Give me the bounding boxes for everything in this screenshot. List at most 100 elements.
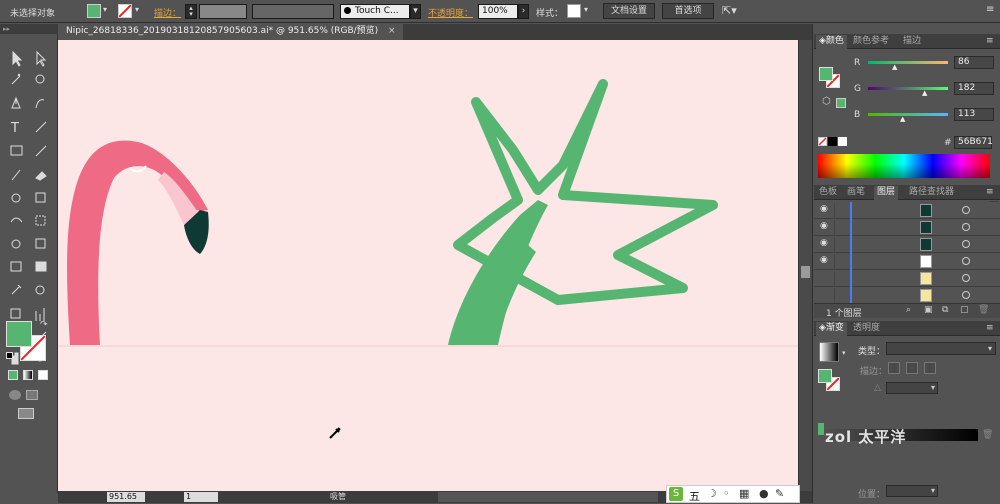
panel-menu-icon[interactable]: ≡ [986,4,994,15]
canvas-area[interactable] [58,40,798,491]
preferences-button[interactable]: 首选项 [662,3,714,19]
selection-tool-icon[interactable] [12,50,23,67]
trash-icon[interactable]: 🗑 [978,305,989,315]
b-slider[interactable] [868,113,948,116]
stroke-weight-stepper[interactable]: ▴ ▾ [185,4,197,19]
chevron-down-icon[interactable]: ▾ [135,5,139,14]
screen-mode-button[interactable] [18,408,34,419]
free-transform-icon[interactable] [35,215,46,226]
fill-swatch[interactable] [87,4,101,18]
new-layer-icon[interactable]: ▢ [960,305,969,315]
layer-row[interactable] [814,270,1000,287]
doc-setup-button[interactable]: 文档设置 [603,3,655,19]
tools-icon[interactable]: ✎ [775,487,784,500]
brush-dropdown[interactable]: ▾ [410,4,421,19]
default-colors-icon[interactable] [6,352,13,359]
chevron-down-icon[interactable]: ▾ [103,5,107,14]
position-input[interactable]: ▾ [886,485,938,497]
horizontal-scrollbar[interactable] [438,492,658,502]
tab-transparency[interactable]: 透明度 [850,322,883,336]
stroke-swatch[interactable] [118,4,132,18]
type-tool-icon[interactable]: T [10,121,19,136]
tab-brushes[interactable]: 画笔 [844,186,868,200]
blend-tool-icon[interactable] [35,285,45,295]
panel-menu-icon[interactable]: ≡ [986,187,994,197]
symbol-sprayer-icon[interactable] [10,308,21,319]
lock-toggle[interactable] [834,288,835,303]
layer-row[interactable] [814,287,1000,304]
tab-layers[interactable]: 图层 [874,186,899,200]
out-of-gamut-icon[interactable]: ⬡ [822,96,831,107]
lasso-tool-icon[interactable] [35,74,45,84]
layer-row[interactable]: ◉ [814,236,1000,253]
tab-swatches[interactable]: 色板 [816,186,840,200]
eyedropper-tool-icon[interactable] [11,284,22,295]
zoom-input[interactable]: 951.65 [107,492,145,502]
page-input[interactable]: 1 [184,492,218,502]
layer-row[interactable]: ◉ [814,253,1000,270]
gradient-fill-swatch[interactable] [818,369,832,383]
magic-wand-icon[interactable] [11,73,21,85]
width-tool-icon[interactable] [10,217,23,223]
target-circle-icon[interactable] [962,291,970,299]
ime-mode[interactable]: 五 [689,488,700,504]
mesh-tool-icon[interactable] [10,261,22,272]
tab-stroke[interactable]: 描边 [900,35,924,49]
lock-toggle[interactable] [834,237,835,252]
user-icon[interactable]: ● [759,487,769,500]
r-thumb[interactable]: ▲ [892,63,897,71]
target-circle-icon[interactable] [962,257,970,265]
moon-icon[interactable]: ☽ [707,487,717,500]
close-icon[interactable]: × [388,24,396,39]
tab-pathfinder[interactable]: 路径查找器 [906,186,957,200]
scroll-thumb[interactable] [801,266,810,278]
arrange-icon[interactable]: ⇱▾ [722,4,737,17]
opacity-dropdown[interactable]: › [518,4,529,19]
document-tab[interactable]: Nipic_26818336_20190318120857905603.ai* … [58,24,403,40]
visibility-eye-icon[interactable] [820,272,832,282]
gradient-trash-icon[interactable]: 🗑 [982,430,993,440]
lock-toggle[interactable] [834,203,835,218]
opacity-input[interactable]: 100% [478,4,518,19]
color-spectrum[interactable] [818,154,990,178]
b-thumb[interactable]: ▲ [900,115,905,123]
g-input[interactable]: 182 [954,82,994,95]
opacity-label[interactable]: 不透明度： [428,6,473,19]
target-circle-icon[interactable] [962,274,970,282]
lock-toggle[interactable] [834,271,835,286]
fill-color-box[interactable] [6,321,32,347]
new-sublayer-icon[interactable]: ⧉ [942,305,948,315]
chevron-down-icon[interactable]: ▾ [584,5,588,14]
layer-row[interactable]: ◉ [814,202,1000,219]
stroke-gradient-along[interactable] [906,362,918,374]
web-safe-swatch[interactable] [836,98,846,108]
panel-menu-icon[interactable]: ≡ [986,323,994,333]
draw-mode-button[interactable] [9,390,21,400]
panel-menu-icon[interactable]: ≡ [986,36,994,46]
tab-color[interactable]: ◈颜色 [816,35,847,49]
visibility-eye-icon[interactable]: ◉ [820,238,832,248]
gradient-type-select[interactable]: ▾ [886,342,996,355]
stroke-gradient-within[interactable] [888,362,900,374]
gradient-stop-left[interactable] [818,423,824,435]
layer-row[interactable]: ◉ [814,219,1000,236]
scale-tool-icon[interactable] [35,192,46,203]
visibility-eye-icon[interactable]: ◉ [820,204,832,214]
g-slider[interactable] [868,87,948,90]
tab-color-guide[interactable]: 颜色参考 [850,35,892,49]
perspective-grid-icon[interactable] [35,238,46,249]
black-swatch[interactable] [828,137,837,146]
chevron-down-icon[interactable]: ▾ [842,349,846,357]
tab-gradient[interactable]: ◈渐变 [816,322,847,336]
target-circle-icon[interactable] [962,240,970,248]
direct-selection-tool-icon[interactable] [36,50,47,67]
draw-inside-button[interactable] [26,390,38,400]
pencil-tool-icon[interactable] [11,169,21,181]
stroke-gradient-across[interactable] [924,362,936,374]
g-thumb[interactable]: ▲ [922,89,927,97]
locate-object-icon[interactable]: ⌕ [906,305,911,315]
rectangle-tool-icon[interactable] [10,145,23,156]
r-slider[interactable] [868,61,948,64]
variable-width-select[interactable] [252,4,334,19]
gradient-tool-icon[interactable] [35,261,47,272]
